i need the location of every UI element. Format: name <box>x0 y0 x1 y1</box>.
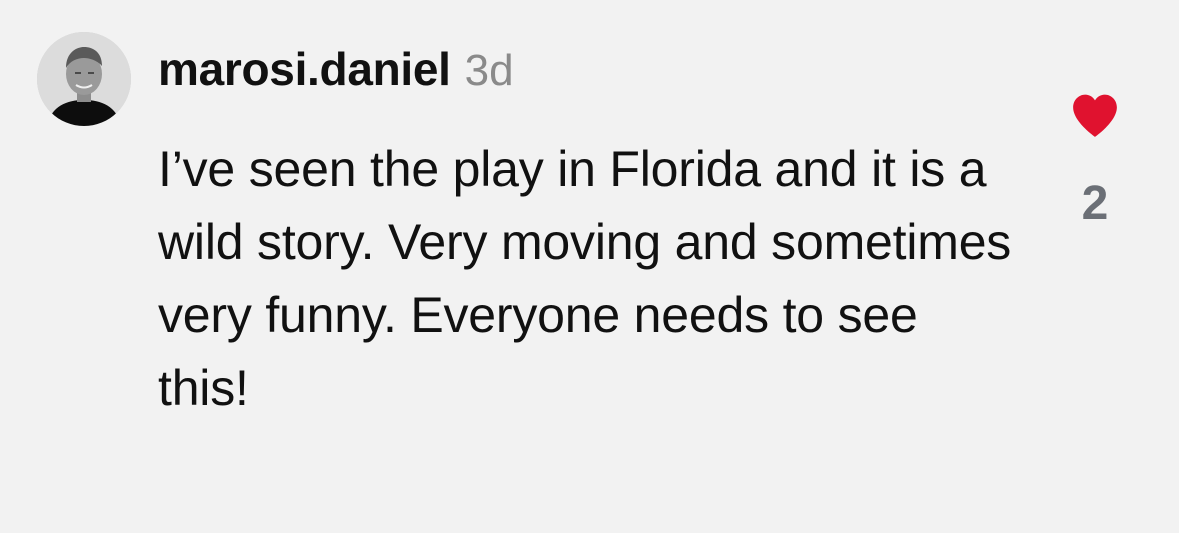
heart-icon <box>1073 94 1117 137</box>
like-button[interactable] <box>1068 88 1122 142</box>
comment-item: marosi.daniel 3d I’ve seen the play in F… <box>0 0 1179 533</box>
username-link[interactable]: marosi.daniel <box>158 42 451 96</box>
comment-text: I’ve seen the play in Florida and it is … <box>158 141 1012 416</box>
like-count: 2 <box>1081 177 1109 230</box>
user-avatar-icon[interactable] <box>37 32 131 126</box>
timestamp: 3d <box>464 46 514 95</box>
comment-meta: marosi.daniel 3d <box>158 42 514 102</box>
